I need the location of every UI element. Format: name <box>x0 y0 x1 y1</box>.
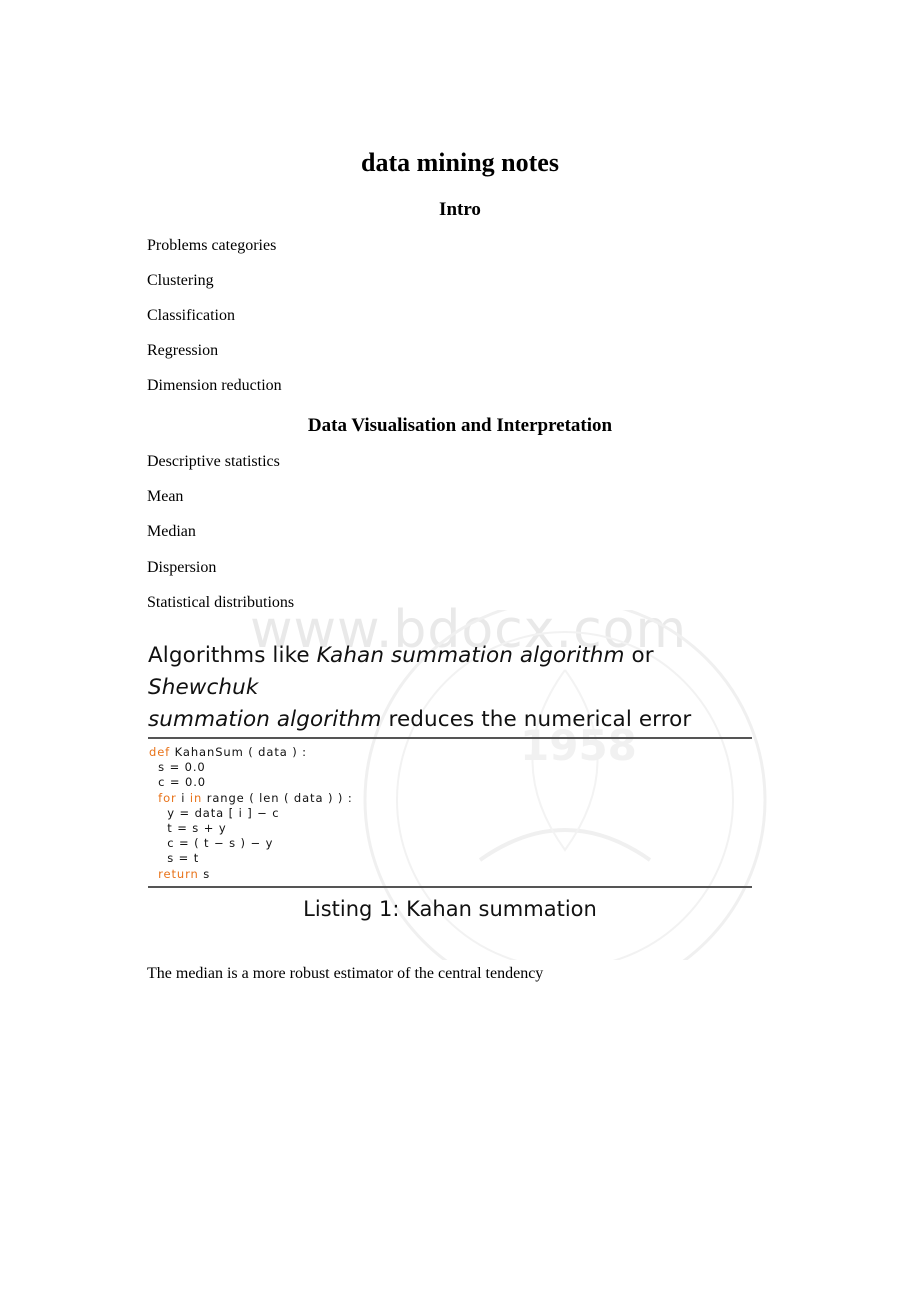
code-line: return s <box>158 866 211 881</box>
code-line: c = 0.0 <box>158 775 206 790</box>
list-item: Statistical distributions <box>147 594 295 611</box>
code-listing: def KahanSum ( data ) : s = 0.0 c = 0.0 … <box>149 745 353 882</box>
document-page: www.bdocx.com 1958 data mining notes Int… <box>0 0 920 1302</box>
sentence-emphasis: summation algorithm <box>148 707 382 732</box>
section-heading-visualisation: Data Visualisation and Interpretation <box>307 415 613 436</box>
list-item: Clustering <box>147 272 214 289</box>
code-keyword: for <box>158 790 177 805</box>
listing-top-rule <box>148 737 752 739</box>
list-item: Median <box>147 523 196 540</box>
list-item: Mean <box>147 488 184 505</box>
list-item: Dimension reduction <box>147 377 282 394</box>
closing-sentence: The median is a more robust estimator of… <box>147 965 544 982</box>
listing-caption: Listing 1: Kahan summation <box>303 897 597 921</box>
sentence-text: or <box>624 643 654 668</box>
sentence-emphasis: Kahan summation algorithm <box>316 643 625 668</box>
code-keyword: def <box>149 745 171 759</box>
code-keyword: in <box>189 790 203 805</box>
code-line: t = s + y <box>167 821 227 836</box>
list-item: Problems categories <box>147 237 277 254</box>
code-line: y = data [ i ] − c <box>167 805 280 820</box>
sentence-emphasis: Shewchuk <box>148 675 259 700</box>
list-item: Regression <box>147 342 219 359</box>
list-item: Descriptive statistics <box>147 453 280 470</box>
code-line: s = t <box>167 851 200 866</box>
algorithms-sentence: Algorithms like Kahan summation algorith… <box>148 640 768 736</box>
code-line: def KahanSum ( data ) : <box>149 745 307 759</box>
code-line: s = 0.0 <box>158 760 206 775</box>
list-item: Classification <box>147 307 235 324</box>
code-line: c = ( t − s ) − y <box>167 836 274 851</box>
code-line: for i in range ( len ( data ) ) : <box>158 790 353 805</box>
sentence-text: Algorithms like <box>148 643 317 668</box>
sentence-text: reduces the numerical error <box>381 707 692 732</box>
list-item: Dispersion <box>147 559 217 576</box>
section-heading-intro: Intro <box>439 199 481 220</box>
listing-bottom-rule <box>148 886 752 888</box>
code-keyword: return <box>158 866 199 881</box>
document-title: data mining notes <box>361 148 559 177</box>
